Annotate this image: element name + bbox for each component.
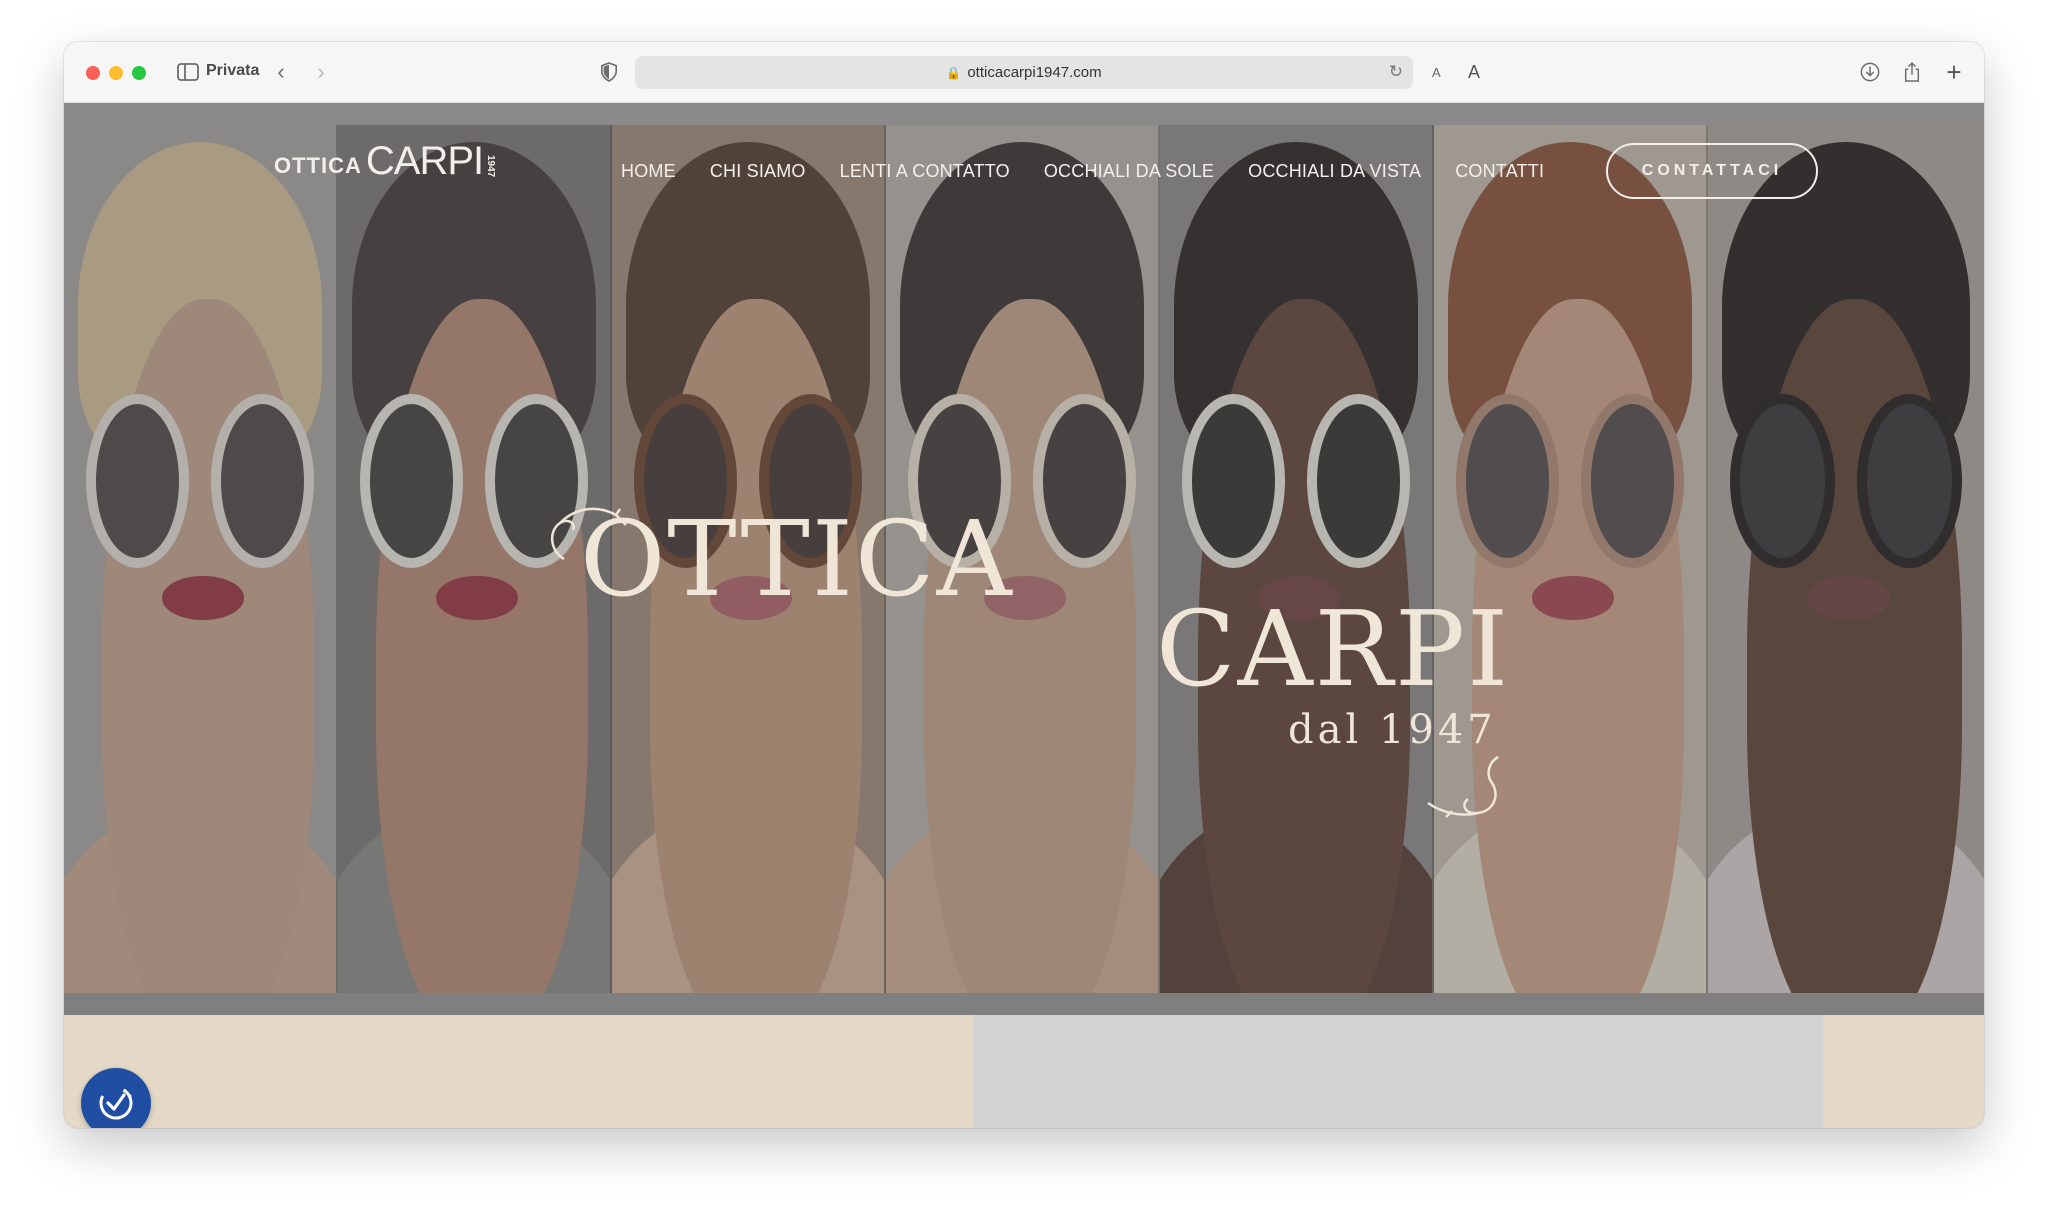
accessibility-check-icon xyxy=(99,1086,133,1120)
increase-font-button[interactable]: A xyxy=(1468,59,1480,85)
hero-subtitle-dal-1947: dal 1947 xyxy=(1288,707,1497,753)
nav-chi-siamo[interactable]: CHI SIAMO xyxy=(710,161,806,182)
lock-icon: 🔒 xyxy=(946,65,962,80)
private-mode-label: Privata xyxy=(206,62,260,79)
hero-title-carpi: CARPI xyxy=(1156,588,1511,710)
hero-bottom-strip xyxy=(64,993,1984,1015)
forward-arrow-icon[interactable]: › xyxy=(312,59,330,85)
main-navigation: HOME CHI SIAMO LENTI A CONTATTO OCCHIALI… xyxy=(621,161,1578,182)
section-band-right xyxy=(1823,1015,1984,1128)
nav-occhiali-da-sole[interactable]: OCCHIALI DA SOLE xyxy=(1044,161,1214,182)
browser-toolbar: Privata ‹ › 🔒 otticacarpi1947.com ↻ A A … xyxy=(64,42,1984,103)
url-text: otticacarpi1947.com xyxy=(967,64,1102,81)
nav-lenti-a-contatto[interactable]: LENTI A CONTATTO xyxy=(840,161,1010,182)
minimize-window-button[interactable] xyxy=(109,66,123,80)
new-tab-plus-icon[interactable]: + xyxy=(1942,57,1966,87)
reload-icon[interactable]: ↻ xyxy=(1389,62,1403,82)
share-icon[interactable] xyxy=(1900,59,1924,85)
flourish-right-ornament xyxy=(1427,755,1499,818)
nav-home[interactable]: HOME xyxy=(621,161,676,182)
section-band-left xyxy=(64,1015,974,1128)
nav-occhiali-da-vista[interactable]: OCCHIALI DA VISTA xyxy=(1248,161,1421,182)
decrease-font-button[interactable]: A xyxy=(1432,59,1441,85)
download-icon[interactable] xyxy=(1858,59,1882,85)
logo-word-carpi: CARPI xyxy=(365,139,484,183)
hero-title-ottica: OTTICA xyxy=(580,498,1014,620)
address-bar[interactable]: 🔒 otticacarpi1947.com ↻ xyxy=(635,56,1413,89)
web-page: OTTICA CARPI 1947 HOME CHI SIAMO LENTI A… xyxy=(64,103,1984,1128)
close-window-button[interactable] xyxy=(86,66,100,80)
nav-contatti[interactable]: CONTATTI xyxy=(1455,161,1544,182)
contattaci-button[interactable]: CONTATTACI xyxy=(1606,143,1818,199)
browser-window: Privata ‹ › 🔒 otticacarpi1947.com ↻ A A … xyxy=(64,42,1984,1128)
logo-word-ottica: OTTICA xyxy=(274,153,362,178)
site-logo[interactable]: OTTICA CARPI 1947 xyxy=(274,141,496,181)
logo-year: 1947 xyxy=(485,154,497,177)
zoom-window-button[interactable] xyxy=(132,66,146,80)
back-arrow-icon[interactable]: ‹ xyxy=(272,59,290,85)
hero-dark-overlay xyxy=(64,125,1984,993)
section-band-middle xyxy=(974,1015,1823,1128)
privacy-shield-icon[interactable] xyxy=(598,59,620,85)
sidebar-toggle-icon[interactable] xyxy=(176,59,200,85)
